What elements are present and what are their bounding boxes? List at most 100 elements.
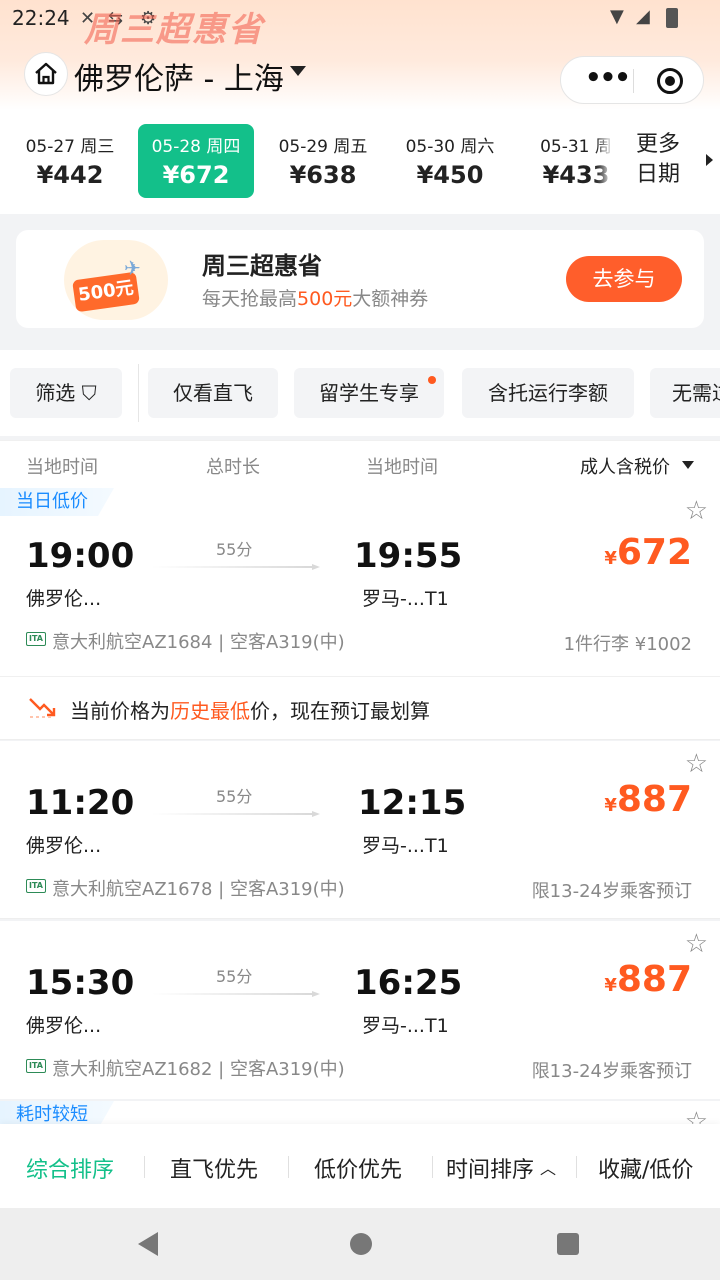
capsule-divider <box>633 69 634 93</box>
notice-suffix: 价，现在预订最划算 <box>250 699 430 723</box>
new-dot-icon <box>428 376 436 384</box>
notice-prefix: 当前价格为 <box>70 699 170 723</box>
home-circle-icon[interactable] <box>350 1233 372 1255</box>
lowest-price-notice: 当前价格为历史最低价，现在预订最划算 <box>0 676 720 740</box>
sort-divider <box>576 1156 577 1178</box>
sort-comprehensive[interactable]: 综合排序 <box>26 1152 114 1184</box>
promo-sub-prefix: 每天抢最高 <box>202 288 298 310</box>
back-icon[interactable] <box>138 1232 158 1256</box>
duration-arrow <box>152 811 320 817</box>
sort-bar: 综合排序 直飞优先 低价优先 时间排序 ︿ 收藏/低价 <box>0 1124 720 1210</box>
dep-time: 15:30 <box>26 963 135 1003</box>
dep-time: 11:20 <box>26 783 135 823</box>
sort-divider <box>432 1156 433 1178</box>
dep-city: 佛罗伦... <box>26 835 102 857</box>
sort-direct-first[interactable]: 直飞优先 <box>170 1152 258 1184</box>
flight-card[interactable]: ☆ 15:30 55分 16:25 佛罗伦... 罗马-...T1 ¥887 I… <box>0 921 720 1099</box>
signal-icon: ◢ <box>636 6 650 27</box>
sort-divider <box>288 1156 289 1178</box>
airline-info: 意大利航空AZ1682 | 空客A319(中) <box>52 1059 345 1080</box>
airline-info: 意大利航空AZ1678 | 空客A319(中) <box>52 879 345 900</box>
favorite-star-icon[interactable]: ☆ <box>685 496 708 526</box>
miniapp-capsule: ••• <box>560 56 704 104</box>
date-item[interactable]: 05-30 周六 ¥450 <box>392 124 508 198</box>
duration-arrow <box>152 991 320 997</box>
dep-city: 佛罗伦... <box>26 588 102 610</box>
filter-checked-baggage[interactable]: 含托运行李额 <box>462 368 634 418</box>
system-nav-bar <box>0 1208 720 1280</box>
arr-time: 19:55 <box>354 536 463 576</box>
ita-airways-logo-icon: ITA <box>26 879 46 893</box>
date-item-selected[interactable]: 05-28 周四 ¥672 <box>138 124 254 198</box>
filter-no-transit-visa[interactable]: 无需过 <box>650 368 720 418</box>
airplane-icon: ✈ <box>124 256 141 280</box>
price-value: 887 <box>616 959 692 1000</box>
date-item[interactable]: 05-27 周三 ¥442 <box>12 124 128 198</box>
promo-sub-highlight: 500元 <box>297 288 353 310</box>
currency-symbol: ¥ <box>604 548 617 569</box>
sort-divider <box>144 1156 145 1178</box>
flight-tag: 当日低价 <box>0 488 114 516</box>
flight-card[interactable]: 当日低价 ☆ 19:00 55分 19:55 佛罗伦... 罗马-...T1 ¥… <box>0 488 720 676</box>
currency-symbol: ¥ <box>604 975 617 996</box>
arr-time: 12:15 <box>358 783 467 823</box>
filter-student-label: 留学生专享 <box>319 381 419 405</box>
favorite-star-icon[interactable]: ☆ <box>685 929 708 959</box>
date-label: 05-30 周六 <box>405 137 495 157</box>
lowest-price-text: 当前价格为历史最低价，现在预订最划算 <box>70 695 430 724</box>
recent-apps-icon[interactable] <box>557 1233 579 1255</box>
header-area: 22:24 ✕ ⇆ ⚙ ▼ ◢ 周三超惠省 佛罗伦萨 - 上海 ••• <box>0 0 720 110</box>
promo-subtitle: 每天抢最高500元大额神券 <box>202 284 428 311</box>
home-icon <box>35 62 57 85</box>
filter-divider <box>138 364 139 422</box>
col-arr-time: 当地时间 <box>366 457 438 478</box>
arr-city: 罗马-...T1 <box>362 1015 449 1037</box>
filter-button[interactable]: 筛选 ⛉ <box>10 368 122 418</box>
price-down-icon <box>29 698 56 718</box>
sort-favorites[interactable]: 收藏/低价 <box>598 1152 693 1184</box>
favorite-star-icon[interactable]: ☆ <box>685 749 708 779</box>
promo-sub-suffix: 大额神券 <box>352 288 429 310</box>
close-miniapp-icon[interactable] <box>657 68 683 94</box>
filter-direct-only[interactable]: 仅看直飞 <box>148 368 278 418</box>
chevron-right-icon <box>706 154 713 166</box>
flight-price: ¥887 <box>604 959 692 1000</box>
sort-low-price[interactable]: 低价优先 <box>314 1152 402 1184</box>
date-price: ¥672 <box>162 161 230 189</box>
more-dates-button[interactable]: 更多日期 <box>612 110 720 214</box>
duration-arrow <box>152 564 320 570</box>
wifi-icon: ▼ <box>610 6 624 27</box>
flight-card[interactable]: ☆ 11:20 55分 12:15 佛罗伦... 罗马-...T1 ¥887 I… <box>0 741 720 919</box>
col-price-sort[interactable]: 成人含税价 <box>580 453 670 479</box>
date-selector: 05-27 周三 ¥442 05-28 周四 ¥672 05-29 周五 ¥63… <box>0 110 720 214</box>
sort-dropdown-icon[interactable] <box>682 461 694 469</box>
date-price: ¥638 <box>289 161 357 189</box>
date-price: ¥450 <box>416 161 484 189</box>
filter-student[interactable]: 留学生专享 <box>294 368 444 418</box>
home-button[interactable] <box>24 52 68 96</box>
filter-bar: 筛选 ⛉ 仅看直飞 留学生专享 含托运行李额 无需过 <box>0 350 720 436</box>
date-item[interactable]: 05-29 周五 ¥638 <box>265 124 381 198</box>
col-dep-time: 当地时间 <box>26 457 98 478</box>
sort-time-label: 时间排序 <box>446 1158 535 1183</box>
flight-price: ¥672 <box>604 532 692 573</box>
route-dropdown-icon[interactable] <box>290 66 306 76</box>
route-title[interactable]: 佛罗伦萨 - 上海 <box>74 54 284 98</box>
promo-title: 周三超惠省 <box>202 252 322 280</box>
flight-extra: 1件行李 ¥1002 <box>563 634 692 655</box>
column-header: 当地时间 总时长 当地时间 成人含税价 <box>0 440 720 488</box>
promo-card[interactable]: 500元 ✈ 周三超惠省 每天抢最高500元大额神券 去参与 <box>16 230 704 328</box>
date-label: 05-27 周三 <box>25 137 115 157</box>
coupon-illustration: 500元 ✈ <box>40 240 190 320</box>
more-options-icon[interactable]: ••• <box>585 63 631 93</box>
chevron-up-icon: ︿ <box>540 1159 557 1178</box>
flight-price: ¥887 <box>604 779 692 820</box>
date-price: ¥442 <box>36 161 104 189</box>
flight-duration: 55分 <box>216 967 253 986</box>
join-promo-button[interactable]: 去参与 <box>566 256 682 302</box>
sort-by-time[interactable]: 时间排序 ︿ <box>446 1152 556 1184</box>
more-dates-label: 更多日期 <box>636 132 681 187</box>
currency-symbol: ¥ <box>604 795 617 816</box>
arr-time: 16:25 <box>354 963 463 1003</box>
flight-extra: 限13-24岁乘客预订 <box>531 881 692 902</box>
